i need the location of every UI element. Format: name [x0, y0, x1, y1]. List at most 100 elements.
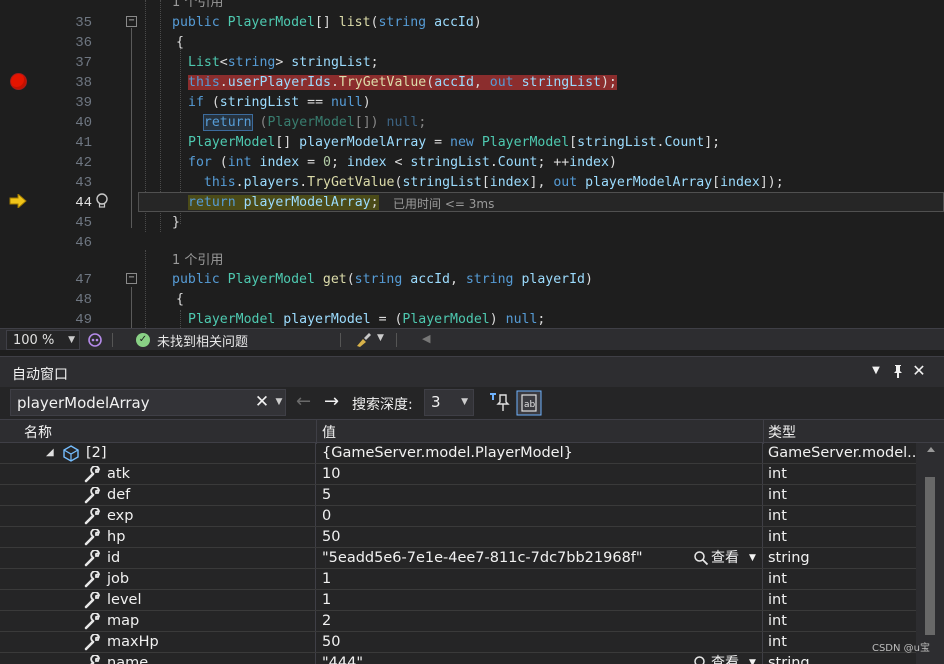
- code-line[interactable]: 49 PlayerModel playerModel = (PlayerModel…: [0, 310, 944, 328]
- zoom-dropdown[interactable]: 100 % ▼: [6, 330, 80, 350]
- search-box[interactable]: ✕ ▼: [10, 389, 286, 416]
- value-cell[interactable]: 50: [317, 527, 763, 547]
- code-text: public PlayerModel get(string accId, str…: [172, 272, 593, 287]
- text-visualizer-button[interactable]: 查看 ▼: [693, 548, 761, 568]
- code-line[interactable]: 37 List<string> stringList;: [0, 53, 944, 73]
- scroll-up-icon[interactable]: [927, 447, 935, 452]
- line-number: 41: [75, 135, 92, 151]
- variable-name: level: [107, 592, 142, 608]
- code-line[interactable]: 47 public PlayerModel get(string accId, s…: [0, 270, 944, 290]
- code-line[interactable]: 39 if (stringList == null): [0, 93, 944, 113]
- value-cell[interactable]: "5eadd5e6-7e1e-4ee7-811c-7dc7bb21968f" 查看…: [317, 548, 763, 568]
- issues-status[interactable]: 未找到相关问题: [157, 331, 248, 350]
- raw-view-icon[interactable]: ab: [516, 390, 542, 416]
- value-cell[interactable]: {GameServer.model.PlayerModel}: [317, 443, 763, 463]
- variable-name: maxHp: [107, 634, 159, 650]
- value-cell[interactable]: 5: [317, 485, 763, 505]
- code-text: PlayerModel[] playerModelArray = new Pla…: [188, 135, 721, 150]
- name-cell: map: [0, 611, 316, 631]
- code-line[interactable]: 42 for (int index = 0; index < stringList…: [0, 153, 944, 173]
- line-number: 46: [75, 235, 92, 251]
- breakpoint-icon[interactable]: [10, 73, 27, 90]
- visualizer-label: 查看: [711, 655, 739, 664]
- wrench-icon: [84, 571, 101, 588]
- code-text: {: [176, 292, 184, 307]
- value-cell[interactable]: 1: [317, 590, 763, 610]
- chevron-down-icon[interactable]: ▼: [749, 653, 756, 664]
- table-row[interactable]: map 2 int: [0, 611, 916, 632]
- wrench-icon: [84, 466, 101, 483]
- divider: [396, 333, 397, 347]
- table-row[interactable]: level 1 int: [0, 590, 916, 611]
- code-line[interactable]: 1 个引用: [0, 0, 944, 13]
- chevron-down-icon[interactable]: ▼: [377, 333, 384, 343]
- elapsed-time-hint: 已用时间 <= 3ms: [393, 197, 495, 211]
- chevron-down-icon[interactable]: ▼: [273, 392, 285, 412]
- table-row[interactable]: name "444" 查看 ▼ string: [0, 653, 916, 664]
- scroll-thumb[interactable]: [925, 477, 935, 635]
- back-arrow-icon[interactable]: ←: [296, 392, 311, 412]
- value-cell[interactable]: 0: [317, 506, 763, 526]
- copilot-icon[interactable]: [86, 332, 104, 348]
- vertical-scrollbar[interactable]: [916, 443, 944, 664]
- scroll-left-icon[interactable]: ◀: [422, 332, 430, 345]
- column-divider[interactable]: [763, 420, 764, 444]
- table-row[interactable]: id "5eadd5e6-7e1e-4ee7-811c-7dc7bb21968f"…: [0, 548, 916, 569]
- wrench-icon: [84, 634, 101, 651]
- value-cell[interactable]: 1: [317, 569, 763, 589]
- column-divider[interactable]: [316, 420, 317, 444]
- search-depth-select[interactable]: 3 ▼: [424, 389, 474, 416]
- forward-arrow-icon[interactable]: →: [324, 392, 339, 412]
- code-text: 1 个引用: [172, 253, 224, 268]
- value-cell[interactable]: 50: [317, 632, 763, 652]
- variable-value: 1: [322, 571, 332, 587]
- table-row[interactable]: atk 10 int: [0, 464, 916, 485]
- line-number: 43: [75, 175, 92, 191]
- code-line[interactable]: 35 public PlayerModel[] list(string accId…: [0, 13, 944, 33]
- table-row[interactable]: def 5 int: [0, 485, 916, 506]
- code-line[interactable]: 46: [0, 233, 944, 253]
- magnifier-icon: [694, 551, 709, 566]
- chevron-down-icon: ▼: [461, 397, 468, 407]
- table-row[interactable]: exp 0 int: [0, 506, 916, 527]
- chevron-down-icon[interactable]: ▼: [749, 548, 756, 568]
- type-cell: int: [768, 529, 787, 545]
- code-editor[interactable]: − − 1 个引用 35 public PlayerModel[] list(str…: [0, 0, 944, 328]
- code-line[interactable]: 41 PlayerModel[] playerModelArray = new P…: [0, 133, 944, 153]
- name-cell: maxHp: [0, 632, 316, 652]
- code-text: public PlayerModel[] list(string accId): [172, 15, 482, 30]
- column-header-name[interactable]: 名称: [24, 422, 52, 442]
- lightbulb-icon[interactable]: [95, 193, 109, 209]
- name-cell: def: [0, 485, 316, 505]
- brush-icon[interactable]: [354, 332, 372, 348]
- code-line[interactable]: 36 {: [0, 33, 944, 53]
- column-header-type[interactable]: 类型: [768, 422, 796, 442]
- variable-name: atk: [107, 466, 130, 482]
- column-header-value[interactable]: 值: [322, 422, 336, 442]
- pin-members-icon[interactable]: [488, 390, 514, 416]
- variable-value: 0: [322, 508, 332, 524]
- code-line[interactable]: 43 this.players.TryGetValue(stringList[i…: [0, 173, 944, 193]
- search-input[interactable]: [17, 393, 245, 413]
- chevron-down-icon[interactable]: ▼: [868, 363, 884, 379]
- code-line[interactable]: 38 this.userPlayerIds.TryGetValue(accId, …: [0, 73, 944, 93]
- table-row[interactable]: ◢ [2] {GameServer.model.PlayerModel} Gam…: [0, 443, 916, 464]
- code-line[interactable]: 48 {: [0, 290, 944, 310]
- table-row[interactable]: job 1 int: [0, 569, 916, 590]
- line-number: 35: [75, 15, 92, 31]
- table-row[interactable]: maxHp 50 int: [0, 632, 916, 653]
- value-cell[interactable]: 2: [317, 611, 763, 631]
- code-line[interactable]: 1 个引用: [0, 251, 944, 271]
- zoom-value: 100 %: [13, 333, 55, 348]
- clear-search-icon[interactable]: ✕: [253, 392, 271, 412]
- value-cell[interactable]: 10: [317, 464, 763, 484]
- close-icon[interactable]: ✕: [911, 363, 927, 379]
- line-number: 37: [75, 55, 92, 71]
- value-cell[interactable]: "444" 查看 ▼: [317, 653, 763, 664]
- table-row[interactable]: hp 50 int: [0, 527, 916, 548]
- code-line[interactable]: 45}: [0, 213, 944, 233]
- pin-icon[interactable]: [890, 363, 906, 379]
- expand-caret-icon[interactable]: ◢: [46, 443, 54, 463]
- text-visualizer-button[interactable]: 查看 ▼: [693, 653, 761, 664]
- code-line[interactable]: 40 return (PlayerModel[]) null;: [0, 113, 944, 133]
